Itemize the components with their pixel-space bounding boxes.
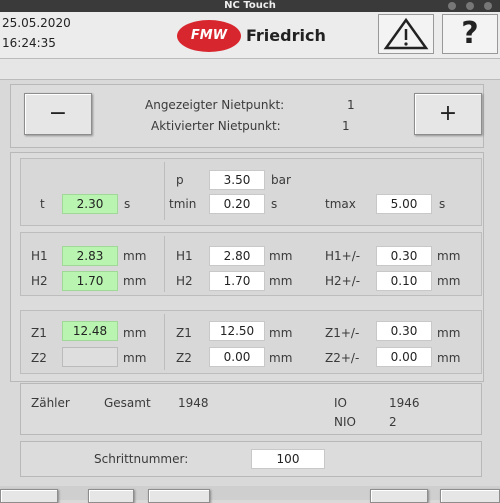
h2-actual-label: H2 — [31, 274, 48, 288]
group-divider — [164, 314, 165, 370]
warning-icon — [383, 17, 429, 50]
t-actual-field: 2.30 — [62, 194, 118, 214]
z2-set-input[interactable]: 0.00 — [209, 347, 265, 367]
z1-actual-unit: mm — [123, 326, 147, 340]
z2-set-label: Z2 — [176, 351, 192, 365]
h2-tol-label: H2+/- — [325, 274, 361, 288]
displayed-rivet-value: 1 — [347, 98, 355, 112]
group-divider — [164, 162, 165, 220]
minus-button[interactable]: − — [24, 93, 92, 135]
group-divider — [164, 236, 165, 292]
z2-tol-label: Z2+/- — [325, 351, 360, 365]
toolbar-button[interactable] — [88, 489, 134, 503]
t-unit: s — [124, 197, 131, 211]
total-value: 1948 — [178, 396, 209, 410]
h2-actual-field: 1.70 — [62, 271, 118, 291]
help-button[interactable]: ? — [442, 14, 498, 54]
z1-actual-label: Z1 — [31, 326, 47, 340]
h2-set-unit: mm — [269, 274, 293, 288]
activated-rivet-label: Aktivierter Nietpunkt: — [151, 119, 281, 133]
total-label: Gesamt — [104, 396, 151, 410]
z1-tol-input[interactable]: 0.30 — [376, 321, 432, 341]
plus-button[interactable]: + — [414, 93, 482, 135]
t-label: t — [40, 197, 45, 211]
toolbar-button[interactable] — [148, 489, 210, 503]
z2-tol-unit: mm — [437, 351, 461, 365]
z2-actual-label: Z2 — [31, 351, 47, 365]
step-input[interactable]: 100 — [251, 449, 325, 469]
warning-button[interactable] — [378, 14, 434, 54]
activated-rivet-value: 1 — [342, 119, 350, 133]
z1-tol-unit: mm — [437, 326, 461, 340]
h2-tol-input[interactable]: 0.10 — [376, 271, 432, 291]
h1-set-unit: mm — [269, 249, 293, 263]
z2-set-unit: mm — [269, 351, 293, 365]
toolbar-button[interactable] — [0, 489, 58, 503]
h2-set-input[interactable]: 1.70 — [209, 271, 265, 291]
h1-tol-label: H1+/- — [325, 249, 361, 263]
tmax-input[interactable]: 5.00 — [376, 194, 432, 214]
h1-tol-unit: mm — [437, 249, 461, 263]
counter-label: Zähler — [31, 396, 70, 410]
logo-name: Friedrich — [246, 26, 326, 45]
io-label: IO — [334, 396, 347, 410]
nio-value: 2 — [389, 415, 397, 429]
h1-set-label: H1 — [176, 249, 193, 263]
p-unit: bar — [271, 173, 291, 187]
tmin-unit: s — [271, 197, 278, 211]
h1-tol-input[interactable]: 0.30 — [376, 246, 432, 266]
p-label: p — [176, 173, 184, 187]
time-group — [20, 158, 482, 226]
toolbar-button[interactable] — [440, 489, 500, 503]
nio-label: NIO — [334, 415, 356, 429]
z2-actual-unit: mm — [123, 351, 147, 365]
z1-set-unit: mm — [269, 326, 293, 340]
tmax-unit: s — [439, 197, 446, 211]
z1-tol-label: Z1+/- — [325, 326, 360, 340]
h1-set-input[interactable]: 2.80 — [209, 246, 265, 266]
h1-actual-label: H1 — [31, 249, 48, 263]
tmin-label: tmin — [169, 197, 197, 211]
tmin-input[interactable]: 0.20 — [209, 194, 265, 214]
p-input[interactable]: 3.50 — [209, 170, 265, 190]
status-bar — [0, 58, 500, 80]
z1-actual-field: 12.48 — [62, 321, 118, 341]
h2-tol-unit: mm — [437, 274, 461, 288]
h2-set-label: H2 — [176, 274, 193, 288]
step-label: Schrittnummer: — [94, 452, 189, 466]
h2-actual-unit: mm — [123, 274, 147, 288]
date-label: 25.05.2020 — [2, 16, 71, 30]
z1-set-label: Z1 — [176, 326, 192, 340]
window-title: NC Touch — [224, 0, 276, 11]
io-value: 1946 — [389, 396, 420, 410]
toolbar-button[interactable] — [370, 489, 428, 503]
tmax-label: tmax — [325, 197, 356, 211]
displayed-rivet-label: Angezeigter Nietpunkt: — [145, 98, 285, 112]
z2-actual-field — [62, 347, 118, 367]
time-label: 16:24:35 — [2, 36, 56, 50]
h1-actual-unit: mm — [123, 249, 147, 263]
z2-tol-input[interactable]: 0.00 — [376, 347, 432, 367]
h1-actual-field: 2.83 — [62, 246, 118, 266]
logo-mark: FMW — [177, 20, 241, 52]
z1-set-input[interactable]: 12.50 — [209, 321, 265, 341]
window-titlebar: NC Touch — [0, 0, 500, 12]
